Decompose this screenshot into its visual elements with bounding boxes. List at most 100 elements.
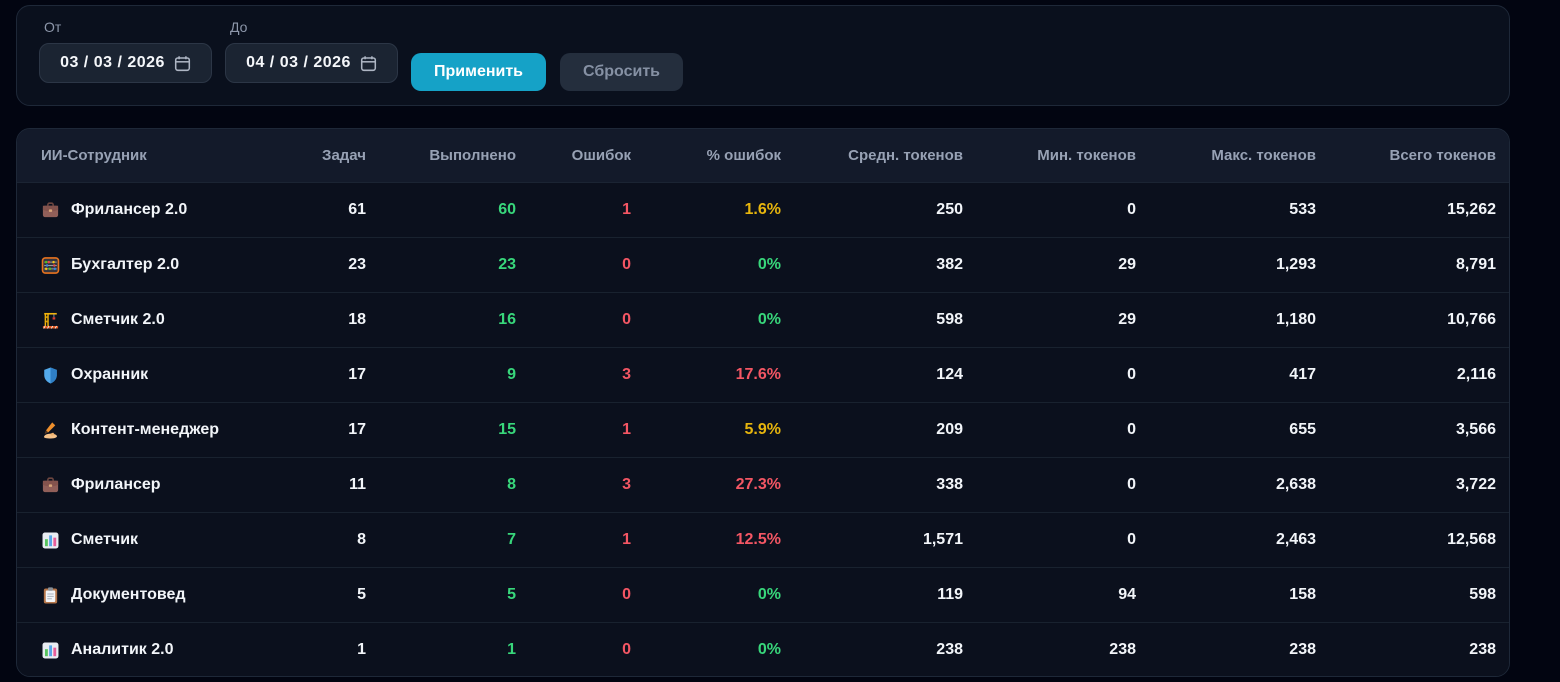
errors-value: 0 bbox=[516, 311, 631, 329]
avg-tokens-value: 1,571 bbox=[781, 531, 963, 549]
employee-name: Фрилансер bbox=[71, 476, 161, 494]
error-rate-value: 5.9% bbox=[631, 421, 781, 439]
table-row: Бухгалтер 2.0 23 23 0 0% 382 29 1,293 8,… bbox=[17, 238, 1509, 293]
total-tokens-value: 12,568 bbox=[1316, 531, 1496, 549]
date-to-group: До 04 / 03 / 2026 bbox=[225, 19, 398, 83]
employee-name: Документовед bbox=[71, 586, 186, 604]
col-header-employee: ИИ-Сотрудник bbox=[17, 147, 267, 164]
done-value: 8 bbox=[366, 476, 516, 494]
col-header-errors: Ошибок bbox=[516, 147, 631, 164]
table-row: Фрилансер 2.0 61 60 1 1.6% 250 0 533 15,… bbox=[17, 183, 1509, 238]
done-value: 16 bbox=[366, 311, 516, 329]
total-tokens-value: 598 bbox=[1316, 586, 1496, 604]
table-row: Контент-менеджер 17 15 1 5.9% 209 0 655 … bbox=[17, 403, 1509, 458]
min-tokens-value: 238 bbox=[963, 641, 1136, 659]
apply-button[interactable]: Применить bbox=[411, 53, 546, 91]
col-header-error-rate: % ошибок bbox=[631, 147, 781, 164]
tasks-value: 8 bbox=[267, 531, 366, 549]
col-header-tasks: Задач bbox=[267, 147, 366, 164]
total-tokens-value: 3,722 bbox=[1316, 476, 1496, 494]
done-value: 9 bbox=[366, 366, 516, 384]
total-tokens-value: 2,116 bbox=[1316, 366, 1496, 384]
avg-tokens-value: 238 bbox=[781, 641, 963, 659]
done-value: 60 bbox=[366, 201, 516, 219]
writing-hand-icon bbox=[41, 421, 60, 440]
tasks-value: 18 bbox=[267, 311, 366, 329]
total-tokens-value: 15,262 bbox=[1316, 201, 1496, 219]
max-tokens-value: 238 bbox=[1136, 641, 1316, 659]
avg-tokens-value: 598 bbox=[781, 311, 963, 329]
errors-value: 0 bbox=[516, 256, 631, 274]
avg-tokens-value: 382 bbox=[781, 256, 963, 274]
col-header-max-tokens: Макс. токенов bbox=[1136, 147, 1316, 164]
date-from-group: От 03 / 03 / 2026 bbox=[39, 19, 212, 83]
col-header-avg-tokens: Средн. токенов bbox=[781, 147, 963, 164]
table-row: Фрилансер 11 8 3 27.3% 338 0 2,638 3,722 bbox=[17, 458, 1509, 513]
filter-panel: От 03 / 03 / 2026 До 04 / 03 / 2026 Прим… bbox=[16, 5, 1510, 106]
tasks-value: 17 bbox=[267, 366, 366, 384]
shield-icon bbox=[41, 366, 60, 385]
done-value: 1 bbox=[366, 641, 516, 659]
col-header-total-tokens: Всего токенов bbox=[1316, 147, 1496, 164]
table-header-row: ИИ-Сотрудник Задач Выполнено Ошибок % ош… bbox=[17, 129, 1509, 183]
bar-chart-icon bbox=[41, 641, 60, 660]
table-row: Документовед 5 5 0 0% 119 94 158 598 bbox=[17, 568, 1509, 623]
done-value: 5 bbox=[366, 586, 516, 604]
calendar-icon[interactable] bbox=[174, 55, 191, 72]
error-rate-value: 0% bbox=[631, 586, 781, 604]
reset-button[interactable]: Сбросить bbox=[560, 53, 683, 91]
min-tokens-value: 29 bbox=[963, 256, 1136, 274]
table-body: Фрилансер 2.0 61 60 1 1.6% 250 0 533 15,… bbox=[17, 183, 1509, 677]
table-row: Аналитик 2.0 1 1 0 0% 238 238 238 238 bbox=[17, 623, 1509, 677]
filter-buttons: Применить Сбросить bbox=[411, 19, 683, 92]
min-tokens-value: 94 bbox=[963, 586, 1136, 604]
max-tokens-value: 1,293 bbox=[1136, 256, 1316, 274]
date-from-input[interactable]: 03 / 03 / 2026 bbox=[39, 43, 212, 83]
errors-value: 0 bbox=[516, 641, 631, 659]
max-tokens-value: 655 bbox=[1136, 421, 1316, 439]
min-tokens-value: 29 bbox=[963, 311, 1136, 329]
errors-value: 3 bbox=[516, 476, 631, 494]
table-row: Охранник 17 9 3 17.6% 124 0 417 2,116 bbox=[17, 348, 1509, 403]
avg-tokens-value: 250 bbox=[781, 201, 963, 219]
employee-name: Контент-менеджер bbox=[71, 421, 219, 439]
min-tokens-value: 0 bbox=[963, 531, 1136, 549]
min-tokens-value: 0 bbox=[963, 476, 1136, 494]
calendar-icon[interactable] bbox=[360, 55, 377, 72]
clipboard-icon bbox=[41, 586, 60, 605]
tasks-value: 17 bbox=[267, 421, 366, 439]
max-tokens-value: 533 bbox=[1136, 201, 1316, 219]
errors-value: 1 bbox=[516, 201, 631, 219]
tasks-value: 61 bbox=[267, 201, 366, 219]
employee-name: Сметчик bbox=[71, 531, 138, 549]
done-value: 7 bbox=[366, 531, 516, 549]
avg-tokens-value: 209 bbox=[781, 421, 963, 439]
date-from-value: 03 / 03 / 2026 bbox=[60, 54, 165, 72]
employee-name: Охранник bbox=[71, 366, 148, 384]
min-tokens-value: 0 bbox=[963, 421, 1136, 439]
avg-tokens-value: 338 bbox=[781, 476, 963, 494]
total-tokens-value: 8,791 bbox=[1316, 256, 1496, 274]
briefcase-icon bbox=[41, 476, 60, 495]
avg-tokens-value: 119 bbox=[781, 586, 963, 604]
employee-name: Аналитик 2.0 bbox=[71, 641, 173, 659]
errors-value: 3 bbox=[516, 366, 631, 384]
employee-name: Бухгалтер 2.0 bbox=[71, 256, 179, 274]
date-to-input[interactable]: 04 / 03 / 2026 bbox=[225, 43, 398, 83]
table-row: Сметчик 8 7 1 12.5% 1,571 0 2,463 12,568 bbox=[17, 513, 1509, 568]
total-tokens-value: 10,766 bbox=[1316, 311, 1496, 329]
max-tokens-value: 2,638 bbox=[1136, 476, 1316, 494]
max-tokens-value: 417 bbox=[1136, 366, 1316, 384]
avg-tokens-value: 124 bbox=[781, 366, 963, 384]
col-header-done: Выполнено bbox=[366, 147, 516, 164]
error-rate-value: 0% bbox=[631, 256, 781, 274]
tasks-value: 5 bbox=[267, 586, 366, 604]
max-tokens-value: 1,180 bbox=[1136, 311, 1316, 329]
employees-table: ИИ-Сотрудник Задач Выполнено Ошибок % ош… bbox=[16, 128, 1510, 677]
col-header-min-tokens: Мин. токенов bbox=[963, 147, 1136, 164]
date-to-label: До bbox=[230, 19, 398, 35]
error-rate-value: 1.6% bbox=[631, 201, 781, 219]
briefcase-icon bbox=[41, 201, 60, 220]
date-from-label: От bbox=[44, 19, 212, 35]
bar-chart-icon bbox=[41, 531, 60, 550]
